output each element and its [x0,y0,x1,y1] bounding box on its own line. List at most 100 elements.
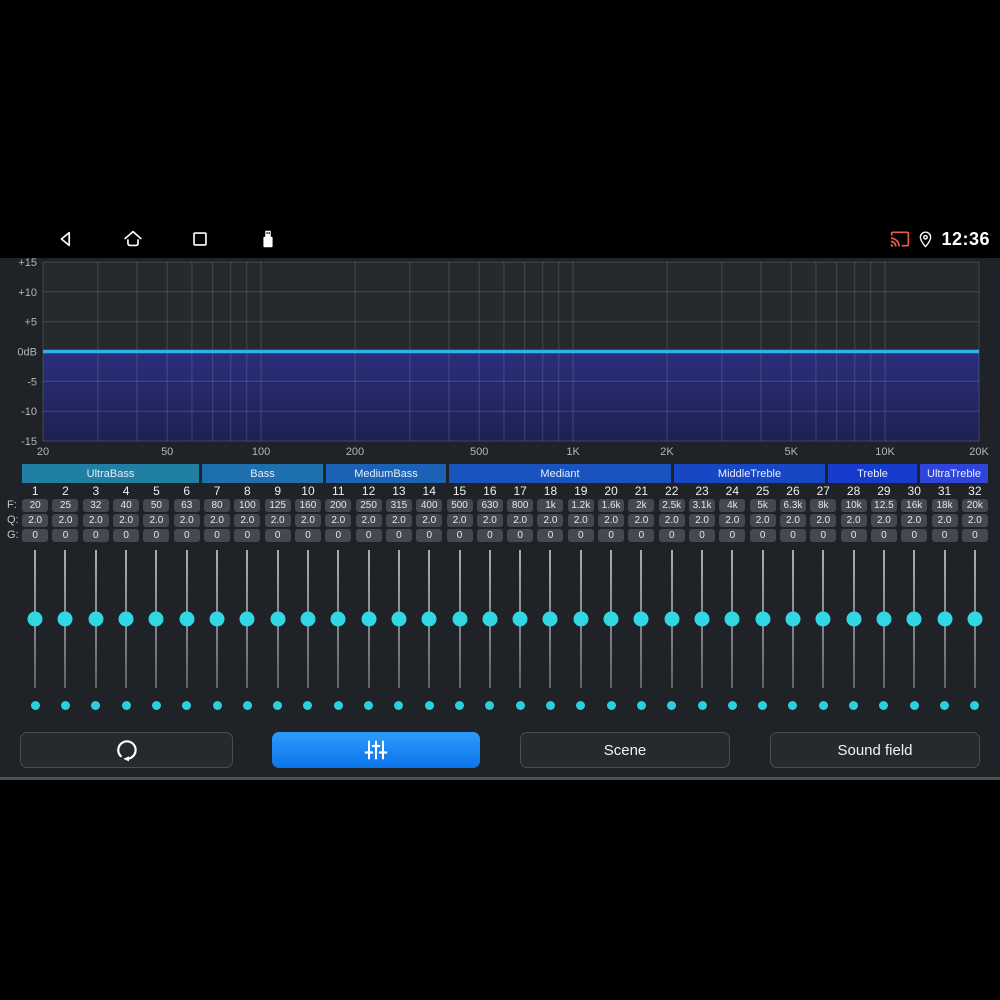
gain-slider[interactable] [179,550,195,688]
q-value[interactable]: 2.0 [325,514,352,527]
gain-value[interactable]: 0 [689,529,716,542]
freq-value[interactable]: 6.3k [779,499,806,512]
gain-value[interactable]: 0 [810,529,837,542]
q-value[interactable]: 2.0 [82,514,109,527]
gain-slider[interactable] [512,550,528,688]
freq-value[interactable]: 250 [355,499,382,512]
gain-value[interactable]: 0 [204,529,231,542]
slider-knob[interactable] [57,611,73,627]
gain-value[interactable]: 0 [840,529,867,542]
freq-value[interactable]: 5k [749,499,776,512]
gain-value[interactable]: 0 [931,529,958,542]
slider-knob[interactable] [27,611,43,627]
reset-button[interactable] [20,732,233,768]
gain-slider[interactable] [724,550,740,688]
q-value[interactable]: 2.0 [113,514,140,527]
freq-value[interactable]: 1.2k [567,499,594,512]
slider-knob[interactable] [967,611,983,627]
gain-value[interactable]: 0 [416,529,443,542]
gain-slider[interactable] [542,550,558,688]
band-segment[interactable]: Bass [202,464,326,483]
freq-value[interactable]: 25 [52,499,79,512]
gain-slider[interactable] [633,550,649,688]
gain-value[interactable]: 0 [355,529,382,542]
gain-value[interactable]: 0 [658,529,685,542]
gain-value[interactable]: 0 [143,529,170,542]
gain-value[interactable]: 0 [598,529,625,542]
gain-value[interactable]: 0 [749,529,776,542]
q-value[interactable]: 2.0 [598,514,625,527]
gain-slider[interactable] [391,550,407,688]
slider-knob[interactable] [300,611,316,627]
freq-value[interactable]: 2k [628,499,655,512]
q-value[interactable]: 2.0 [870,514,897,527]
gain-value[interactable]: 0 [82,529,109,542]
freq-value[interactable]: 8k [810,499,837,512]
slider-knob[interactable] [452,611,468,627]
q-value[interactable]: 2.0 [628,514,655,527]
freq-value[interactable]: 10k [840,499,867,512]
q-value[interactable]: 2.0 [961,514,988,527]
q-value[interactable]: 2.0 [416,514,443,527]
freq-value[interactable]: 63 [173,499,200,512]
equalizer-button[interactable] [272,732,480,768]
freq-value[interactable]: 1.6k [598,499,625,512]
band-segment[interactable]: MiddleTreble [674,464,828,483]
freq-value[interactable]: 80 [204,499,231,512]
band-segment[interactable]: Treble [828,464,920,483]
q-value[interactable]: 2.0 [749,514,776,527]
freq-value[interactable]: 2.5k [658,499,685,512]
freq-value[interactable]: 200 [325,499,352,512]
freq-value[interactable]: 400 [416,499,443,512]
freq-value[interactable]: 125 [264,499,291,512]
gain-value[interactable]: 0 [719,529,746,542]
q-value[interactable]: 2.0 [689,514,716,527]
gain-value[interactable]: 0 [234,529,261,542]
slider-knob[interactable] [633,611,649,627]
q-value[interactable]: 2.0 [931,514,958,527]
slider-knob[interactable] [179,611,195,627]
slider-knob[interactable] [239,611,255,627]
freq-value[interactable]: 4k [719,499,746,512]
gain-value[interactable]: 0 [961,529,988,542]
q-value[interactable]: 2.0 [537,514,564,527]
slider-knob[interactable] [361,611,377,627]
gain-value[interactable]: 0 [779,529,806,542]
gain-slider[interactable] [57,550,73,688]
q-value[interactable]: 2.0 [567,514,594,527]
gain-value[interactable]: 0 [52,529,79,542]
gain-slider[interactable] [330,550,346,688]
slider-knob[interactable] [270,611,286,627]
gain-slider[interactable] [815,550,831,688]
slider-knob[interactable] [391,611,407,627]
gain-slider[interactable] [664,550,680,688]
slider-knob[interactable] [846,611,862,627]
slider-knob[interactable] [694,611,710,627]
slider-knob[interactable] [118,611,134,627]
slider-knob[interactable] [482,611,498,627]
gain-value[interactable]: 0 [537,529,564,542]
recents-icon[interactable] [189,228,211,250]
q-value[interactable]: 2.0 [173,514,200,527]
freq-value[interactable]: 20k [961,499,988,512]
slider-knob[interactable] [573,611,589,627]
band-segment[interactable]: Mediant [449,464,674,483]
freq-value[interactable]: 16k [901,499,928,512]
q-value[interactable]: 2.0 [385,514,412,527]
q-value[interactable]: 2.0 [204,514,231,527]
freq-value[interactable]: 500 [446,499,473,512]
freq-value[interactable]: 800 [507,499,534,512]
q-value[interactable]: 2.0 [840,514,867,527]
freq-value[interactable]: 630 [476,499,503,512]
slider-knob[interactable] [88,611,104,627]
freq-value[interactable]: 50 [143,499,170,512]
gain-value[interactable]: 0 [901,529,928,542]
gain-value[interactable]: 0 [325,529,352,542]
q-value[interactable]: 2.0 [507,514,534,527]
q-value[interactable]: 2.0 [52,514,79,527]
slider-knob[interactable] [330,611,346,627]
gain-slider[interactable] [906,550,922,688]
gain-value[interactable]: 0 [446,529,473,542]
q-value[interactable]: 2.0 [719,514,746,527]
q-value[interactable]: 2.0 [355,514,382,527]
